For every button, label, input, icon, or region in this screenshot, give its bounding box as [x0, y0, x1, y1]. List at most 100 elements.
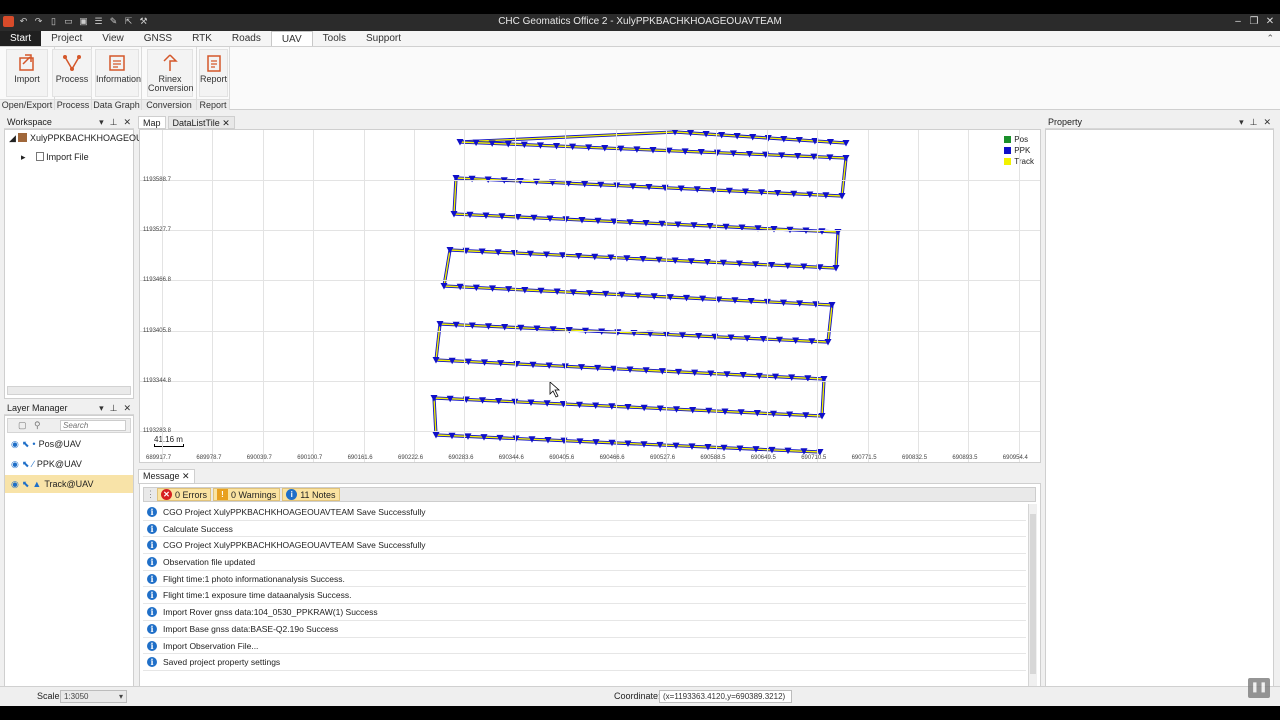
scrollbar-thumb[interactable] [1030, 514, 1036, 674]
layer-item-ppk[interactable]: ◉ ⬉ ∕ PPK@UAV [5, 455, 133, 473]
tree-item-project[interactable]: ◢ XulyPPKBACHKHOAGEOUAV [9, 133, 154, 144]
expand-icon[interactable]: ▸ [21, 152, 26, 162]
import-button[interactable]: Import [6, 49, 48, 97]
error-icon: ✕ [161, 489, 172, 500]
y-axis-tick-label: 1193527.7 [143, 227, 171, 234]
warnings-filter-button[interactable]: ! 0 Warnings [213, 488, 281, 501]
tab-datalisttile[interactable]: DataListTile ✕ [167, 116, 235, 129]
ribbon-tabs: Start Project View GNSS RTK Roads UAV To… [0, 31, 1280, 47]
polygon-layer-icon: ▲ [32, 479, 42, 489]
visibility-eye-icon[interactable]: ◉ [11, 459, 19, 469]
notes-filter-button[interactable]: i 11 Notes [282, 488, 340, 501]
x-axis-tick-label: 690222.6 [398, 455, 424, 461]
list-item[interactable]: i Saved project property settings [143, 654, 1026, 671]
close-icon[interactable]: ✕ [1264, 15, 1276, 28]
tab-tools[interactable]: Tools [313, 31, 356, 46]
message-vertical-scrollbar[interactable] [1028, 504, 1037, 692]
line-layer-icon: ∕ [32, 459, 34, 469]
x-axis-tick-label: 690405.6 [549, 455, 575, 461]
close-tab-icon[interactable]: ✕ [222, 118, 230, 128]
close-icon[interactable]: ✕ [1263, 116, 1271, 129]
track-segment [674, 131, 847, 144]
legend-swatch-pos [1004, 136, 1012, 143]
list-item[interactable]: i CGO Project XulyPPKBACHKHOAGEOUAVTEAM S… [143, 504, 1026, 521]
list-item[interactable]: i Flight time:1 exposure time dataanalysi… [143, 587, 1026, 605]
ribbon: Import Open/Export Process Process Infor… [0, 47, 1280, 110]
layer-item-pos[interactable]: ◉ ⬉ • Pos@UAV [5, 435, 133, 453]
close-icon[interactable]: ✕ [123, 116, 131, 129]
list-item[interactable]: i Observation file updated [143, 554, 1026, 571]
file-icon [35, 152, 44, 161]
tab-view[interactable]: View [92, 31, 134, 46]
information-icon [109, 55, 125, 71]
information-button[interactable]: Information [95, 49, 141, 97]
message-tabs: Message ✕ [138, 469, 195, 484]
rinex-conversion-button[interactable]: Rinex Conversion [147, 49, 194, 97]
legend-swatch-ppk [1004, 147, 1012, 154]
x-axis-tick-label: 689917.7 [146, 455, 172, 461]
list-item[interactable]: i Import Observation File... [143, 638, 1026, 655]
minimize-icon[interactable]: – [1232, 15, 1244, 28]
errors-filter-button[interactable]: ✕ 0 Errors [157, 488, 212, 501]
property-header: Property ▾ ⊥ ✕ [1045, 116, 1274, 129]
y-axis-tick-label: 1193283.8 [143, 428, 171, 434]
layer-item-track[interactable]: ◉ ⬉ ▲ Track@UAV [5, 475, 133, 493]
x-axis-tick-label: 690161.6 [347, 455, 373, 461]
process-button[interactable]: Process [52, 49, 92, 97]
title-bar: ↶ ↷ ▯ ▭ ▣ ☰ ✎ ⇱ ⚒ CHC Geomatics Office 2… [0, 14, 1280, 31]
tab-message[interactable]: Message ✕ [138, 469, 195, 484]
pin-icon[interactable]: ⊥ [110, 402, 118, 415]
tab-gnss[interactable]: GNSS [134, 31, 182, 46]
x-axis-tick-label: 690344.6 [498, 455, 524, 461]
report-button[interactable]: Report [199, 49, 228, 97]
group-report: Report Report [197, 47, 230, 110]
tree-item-import-file[interactable]: ▸ Import File [21, 152, 89, 163]
tab-roads[interactable]: Roads [222, 31, 271, 46]
pause-icon[interactable]: ❚❚ [1248, 678, 1270, 698]
visibility-eye-icon[interactable]: ◉ [11, 479, 19, 489]
dropdown-icon[interactable]: ▾ [99, 402, 104, 415]
collapse-icon[interactable]: ◢ [9, 133, 16, 143]
dropdown-icon[interactable]: ▾ [99, 116, 104, 129]
list-item[interactable]: i Import Rover gnss data:104_0530_PPKRAW(… [143, 604, 1026, 621]
map-view[interactable]: Pos PPK Track 41.16 m 689917.7 689978.7 69… [139, 129, 1041, 463]
dropdown-icon[interactable]: ▾ [1239, 116, 1244, 129]
tab-start[interactable]: Start [0, 31, 42, 46]
y-axis-tick-label: 1193405.8 [143, 327, 171, 334]
pin-icon[interactable]: ⊥ [1250, 116, 1258, 129]
close-icon[interactable]: ✕ [123, 402, 131, 415]
coordinate-readout: (x=1193363.4120,y=690389.3212) [659, 690, 792, 703]
scale-select[interactable]: 1:3050 ▾ [60, 690, 127, 703]
group-process: Process Process [52, 47, 92, 110]
pin-icon[interactable]: ⊥ [110, 116, 118, 129]
x-axis-tick-label: 690832.5 [902, 455, 928, 461]
info-icon: i [147, 557, 157, 568]
close-tab-icon[interactable]: ✕ [182, 471, 190, 481]
tab-uav[interactable]: UAV [270, 31, 313, 46]
list-item[interactable]: i Calculate Success [143, 521, 1026, 538]
x-axis-tick-label: 690588.5 [700, 455, 726, 461]
grid-line-horizontal [140, 431, 1040, 432]
info-icon: i [147, 573, 157, 584]
visibility-eye-icon[interactable]: ◉ [11, 439, 19, 449]
info-icon: i [147, 507, 157, 517]
list-item[interactable]: i CGO Project XulyPPKBACHKHOAGEOUAVTEAM S… [143, 537, 1026, 555]
layer-pointer-icon: ⬉ [21, 459, 30, 469]
layer-toolbar: ▢ ⚲ [7, 418, 131, 433]
tab-map[interactable]: Map [138, 116, 166, 129]
new-layer-icon[interactable]: ▢ [18, 420, 27, 431]
layer-search-input[interactable] [60, 420, 126, 431]
x-axis-tick-label: 690710.5 [801, 455, 827, 461]
tab-project[interactable]: Project [41, 31, 92, 46]
workspace-horizontal-scrollbar[interactable] [7, 386, 131, 395]
list-item[interactable]: i Flight time:1 photo informationanalysis… [143, 571, 1026, 588]
property-panel [1045, 129, 1274, 694]
search-icon[interactable]: ⚲ [34, 420, 41, 431]
report-icon [206, 55, 221, 72]
tab-support[interactable]: Support [356, 31, 411, 46]
list-item[interactable]: i Import Base gnss data:BASE-Q2.19o Succe… [143, 621, 1026, 638]
collapse-ribbon-icon[interactable]: ⌃ [1266, 33, 1274, 44]
x-axis-tick-label: 690893.5 [952, 455, 978, 461]
maximize-icon[interactable]: ❐ [1248, 15, 1260, 28]
tab-rtk[interactable]: RTK [182, 31, 222, 46]
